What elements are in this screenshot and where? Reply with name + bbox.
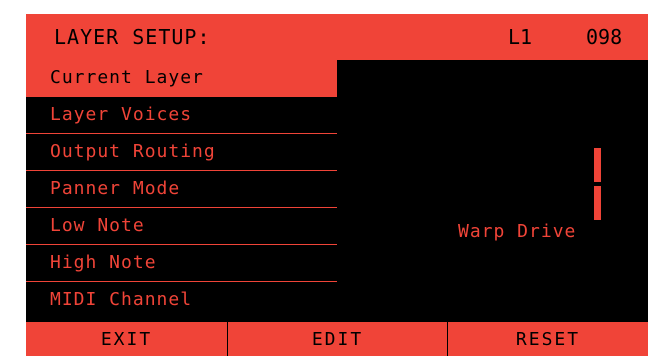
layer-name-label: Warp Drive — [458, 221, 577, 242]
menu-item-midi-channel[interactable]: MIDI Channel — [26, 282, 337, 319]
menu-item-high-note[interactable]: High Note — [26, 245, 337, 282]
digit-segment-upper — [594, 148, 601, 182]
menu-item-current-layer[interactable]: Current Layer — [26, 60, 337, 97]
menu-item-low-note[interactable]: Low Note — [26, 208, 337, 245]
layer-setup-menu: Current Layer Layer Voices Output Routin… — [26, 60, 337, 322]
digit-segment-lower — [594, 186, 601, 220]
softkey-bar: EXIT EDIT RESET — [26, 322, 648, 356]
exit-button[interactable]: EXIT — [26, 322, 228, 356]
menu-item-panner-mode[interactable]: Panner Mode — [26, 171, 337, 208]
reset-button[interactable]: RESET — [448, 322, 648, 356]
menu-item-layer-voices[interactable]: Layer Voices — [26, 97, 337, 134]
preset-number: 098 — [586, 25, 623, 49]
layer-indicator: L1 — [508, 25, 533, 49]
header-bar: LAYER SETUP: L1 098 — [26, 14, 648, 60]
edit-button[interactable]: EDIT — [228, 322, 448, 356]
menu-item-output-routing[interactable]: Output Routing — [26, 134, 337, 171]
lcd-screen: LAYER SETUP: L1 098 Current Layer Layer … — [26, 14, 648, 356]
page-title: LAYER SETUP: — [54, 25, 211, 49]
